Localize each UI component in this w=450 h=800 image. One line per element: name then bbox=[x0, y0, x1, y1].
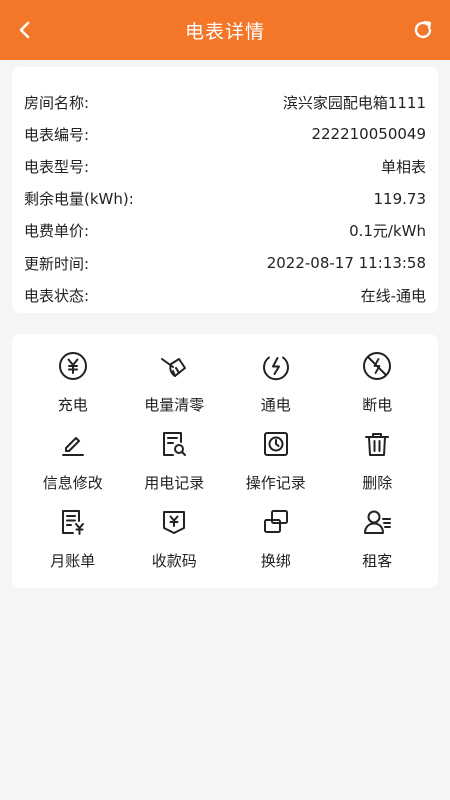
room-name-value: 滨兴家园配电箱1111 bbox=[282, 93, 426, 112]
chevron-left-icon bbox=[15, 20, 35, 40]
room-name-label: 房间名称: bbox=[24, 93, 90, 112]
room-name-row: 房间名称: 滨兴家园配电箱1111 bbox=[24, 86, 426, 118]
tenant-label: 租客 bbox=[362, 552, 393, 570]
recharge-button[interactable]: 充电 bbox=[22, 350, 124, 428]
usage-record-label: 用电记录 bbox=[144, 474, 205, 492]
monthly-bill-label: 月账单 bbox=[50, 552, 96, 570]
payment-code-icon bbox=[158, 506, 190, 538]
meter-model-label: 电表型号: bbox=[24, 157, 90, 176]
meter-model-row: 电表型号: 单相表 bbox=[24, 150, 426, 182]
rebind-icon bbox=[260, 506, 292, 538]
edit-info-button[interactable]: 信息修改 bbox=[22, 428, 124, 506]
operation-record-label: 操作记录 bbox=[245, 474, 306, 492]
operation-record-icon bbox=[260, 428, 292, 460]
edit-icon bbox=[57, 428, 89, 460]
meter-no-label: 电表编号: bbox=[24, 125, 90, 144]
actions-grid: 充电 电量清零 通电 断电 信息修改 用电记录 操作记录 删除 月账单 收款码 … bbox=[12, 350, 438, 584]
meter-model-value: 单相表 bbox=[380, 157, 426, 176]
payment-code-button[interactable]: 收款码 bbox=[124, 506, 226, 584]
delete-label: 删除 bbox=[362, 474, 393, 492]
status-label: 电表状态: bbox=[24, 286, 90, 305]
remaining-value: 119.73 bbox=[373, 189, 427, 208]
power-on-button[interactable]: 通电 bbox=[225, 350, 327, 428]
trash-icon bbox=[361, 428, 393, 460]
refresh-button[interactable] bbox=[408, 15, 438, 45]
actions-card: 充电 电量清零 通电 断电 信息修改 用电记录 操作记录 删除 月账单 收款码 … bbox=[12, 334, 438, 588]
clear-power-label: 电量清零 bbox=[144, 396, 205, 414]
status-row: 电表状态: 在线-通电 bbox=[24, 279, 426, 311]
power-off-icon bbox=[361, 350, 393, 382]
app-header: 电表详情 bbox=[0, 0, 450, 60]
power-on-icon bbox=[260, 350, 292, 382]
back-button[interactable] bbox=[10, 15, 40, 45]
rebind-button[interactable]: 换绑 bbox=[225, 506, 327, 584]
power-off-label: 断电 bbox=[362, 396, 393, 414]
clear-power-button[interactable]: 电量清零 bbox=[124, 350, 226, 428]
tenant-icon bbox=[361, 506, 393, 538]
meter-no-value: 222210050049 bbox=[311, 125, 426, 144]
rebind-label: 换绑 bbox=[260, 552, 291, 570]
page-title: 电表详情 bbox=[184, 20, 265, 43]
usage-record-icon bbox=[158, 428, 190, 460]
monthly-bill-icon bbox=[57, 506, 89, 538]
update-time-label: 更新时间: bbox=[24, 254, 90, 273]
remaining-label: 剩余电量(kWh): bbox=[24, 190, 134, 209]
price-label: 电费单价: bbox=[24, 222, 90, 241]
power-on-label: 通电 bbox=[260, 396, 291, 414]
delete-button[interactable]: 删除 bbox=[327, 428, 429, 506]
power-off-button[interactable]: 断电 bbox=[327, 350, 429, 428]
monthly-bill-button[interactable]: 月账单 bbox=[22, 506, 124, 584]
meter-no-row: 电表编号: 222210050049 bbox=[24, 118, 426, 150]
status-value: 在线-通电 bbox=[360, 286, 426, 305]
edit-info-label: 信息修改 bbox=[42, 474, 103, 492]
broom-icon bbox=[158, 350, 190, 382]
update-time-value: 2022-08-17 11:13:58 bbox=[266, 254, 426, 273]
update-time-row: 更新时间: 2022-08-17 11:13:58 bbox=[24, 247, 426, 279]
tenant-button[interactable]: 租客 bbox=[327, 506, 429, 584]
remaining-row: 剩余电量(kWh): 119.73 bbox=[24, 183, 426, 215]
price-value: 0.1元/kWh bbox=[349, 222, 426, 241]
price-row: 电费单价: 0.1元/kWh bbox=[24, 215, 426, 247]
refresh-icon bbox=[412, 19, 434, 41]
recharge-label: 充电 bbox=[57, 396, 88, 414]
yuan-circle-icon bbox=[57, 350, 89, 382]
payment-code-label: 收款码 bbox=[151, 552, 197, 570]
usage-record-button[interactable]: 用电记录 bbox=[124, 428, 226, 506]
meter-info-card: 房间名称: 滨兴家园配电箱1111 电表编号: 222210050049 电表型… bbox=[12, 67, 438, 313]
operation-record-button[interactable]: 操作记录 bbox=[225, 428, 327, 506]
